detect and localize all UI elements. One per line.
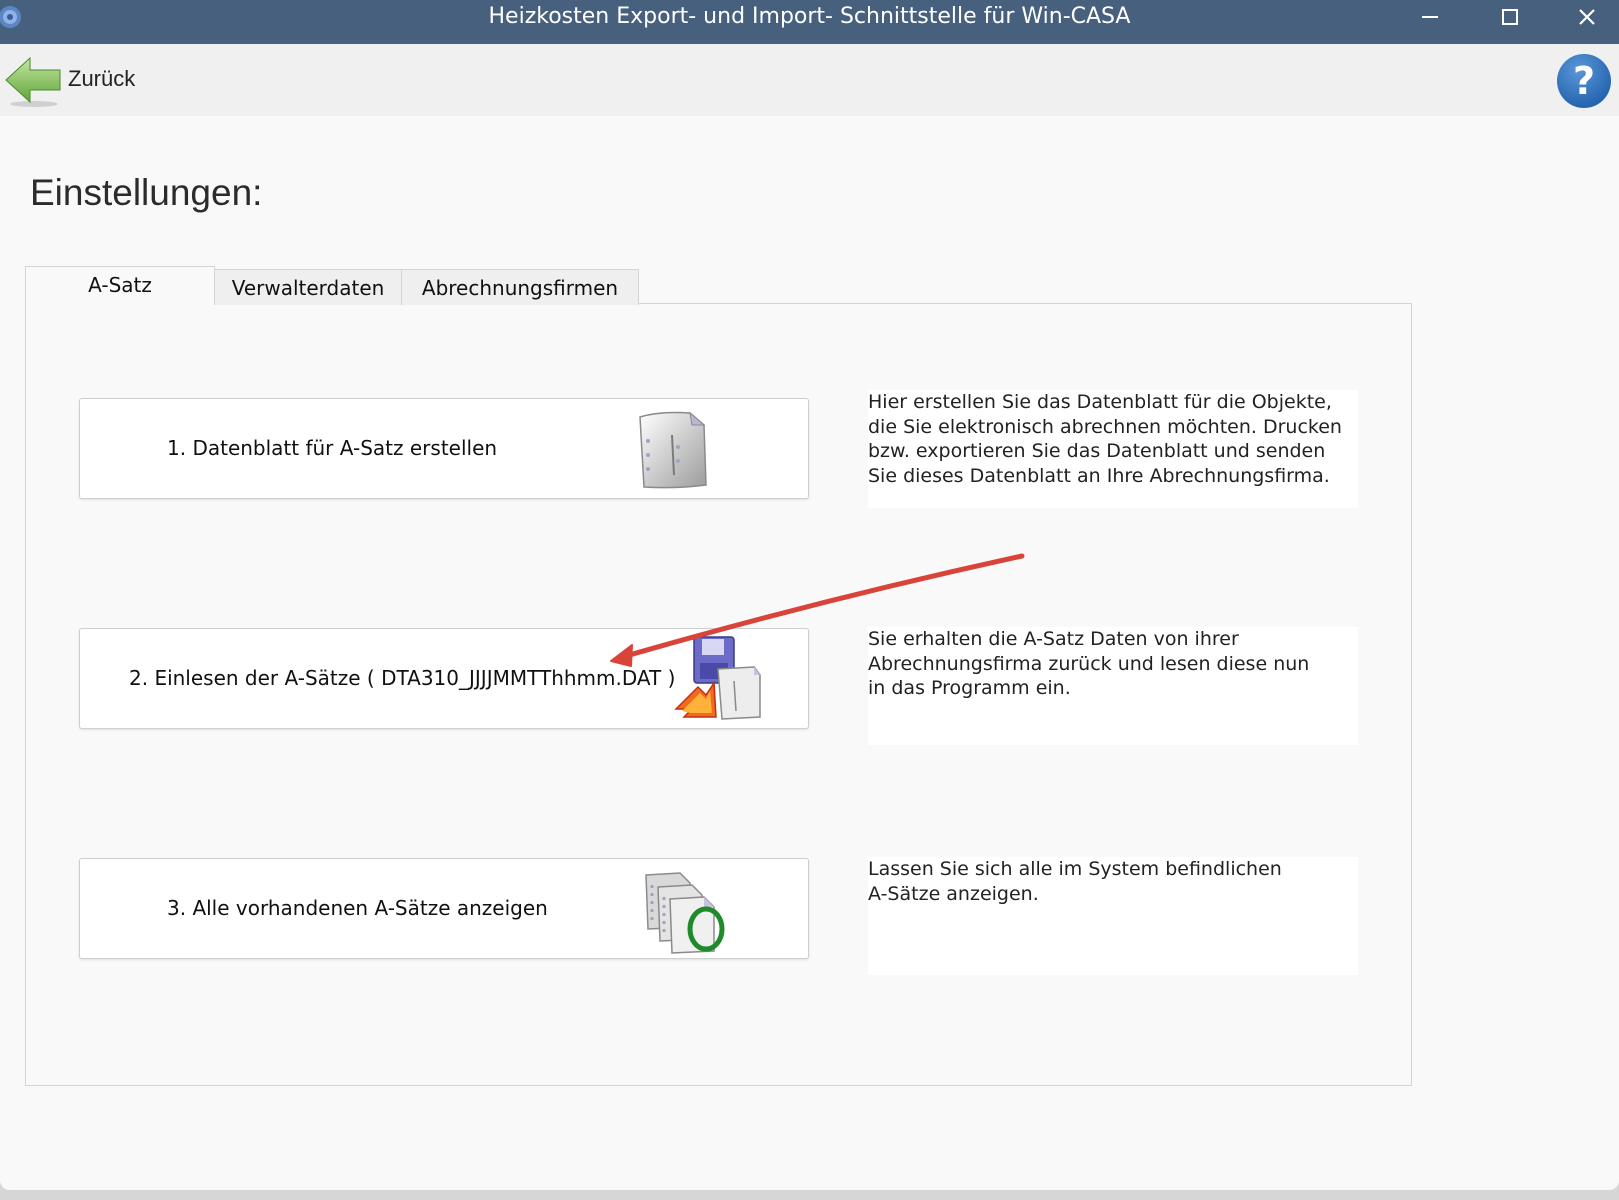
window-title: Heizkosten Export- und Import- Schnittst… [488, 4, 1131, 29]
show-records-icon [645, 872, 725, 954]
tab-abrechnungsfirmen[interactable]: Abrechnungsfirmen [401, 269, 639, 305]
minimize-icon [1422, 16, 1438, 18]
tab-verwalterdaten[interactable]: Verwalterdaten [214, 269, 402, 305]
help-icon: ? [1557, 54, 1611, 108]
help-button[interactable]: ? [1555, 52, 1613, 110]
description-line: Hier erstellen Sie das Datenblatt für di… [868, 391, 1332, 413]
description-line: Lassen Sie sich alle im System befindlic… [868, 858, 1282, 880]
datasheet-icon [639, 411, 707, 489]
show-records-button[interactable]: 3. Alle vorhandenen A-Sätze anzeigen [79, 858, 809, 959]
description-line: A-Sätze anzeigen. [868, 882, 1039, 905]
description-line: bzw. exportieren Sie das Datenblatt und … [868, 440, 1326, 462]
toolbar: Zurück [0, 44, 1619, 116]
description-line: die Sie elektronisch abrechnen möchten. … [868, 415, 1342, 438]
page-title: Einstellungen: [30, 172, 263, 213]
minimize-button[interactable] [1400, 0, 1460, 34]
title-bar: Heizkosten Export- und Import- Schnittst… [0, 0, 1619, 44]
maximize-icon [1502, 9, 1518, 25]
back-arrow-icon [5, 56, 61, 107]
description-line: in das Programm ein. [868, 677, 1071, 699]
description-import: Sie erhalten die A-Satz Daten von ihrer … [868, 627, 1358, 745]
description-line: Abrechnungsfirma zurück und lesen diese … [868, 652, 1310, 675]
app-window: Heizkosten Export- und Import- Schnittst… [0, 0, 1619, 1190]
action-label: 3. Alle vorhandenen A-Sätze anzeigen [167, 896, 548, 920]
close-icon [1579, 9, 1595, 25]
create-datasheet-button[interactable]: 1. Datenblatt für A-Satz erstellen [79, 398, 809, 499]
tab-a-satz[interactable]: A-Satz [25, 266, 215, 305]
maximize-button[interactable] [1480, 0, 1540, 34]
action-label: 1. Datenblatt für A-Satz erstellen [167, 436, 498, 460]
import-disk-icon [674, 636, 761, 720]
action-label: 2. Einlesen der A-Sätze ( DTA310_JJJJMMT… [129, 666, 676, 690]
svg-text:?: ? [1573, 59, 1595, 103]
description-line: Sie dieses Datenblatt an Ihre Abrechnung… [868, 464, 1330, 487]
back-label: Zurück [68, 66, 136, 91]
import-records-button[interactable]: 2. Einlesen der A-Sätze ( DTA310_JJJJMMT… [79, 628, 809, 729]
description-show-records: Lassen Sie sich alle im System befindlic… [868, 857, 1358, 975]
back-button[interactable]: Zurück [4, 52, 154, 110]
description-datasheet: Hier erstellen Sie das Datenblatt für di… [868, 390, 1358, 508]
description-line: Sie erhalten die A-Satz Daten von ihrer [868, 628, 1239, 650]
close-button[interactable] [1557, 0, 1617, 34]
